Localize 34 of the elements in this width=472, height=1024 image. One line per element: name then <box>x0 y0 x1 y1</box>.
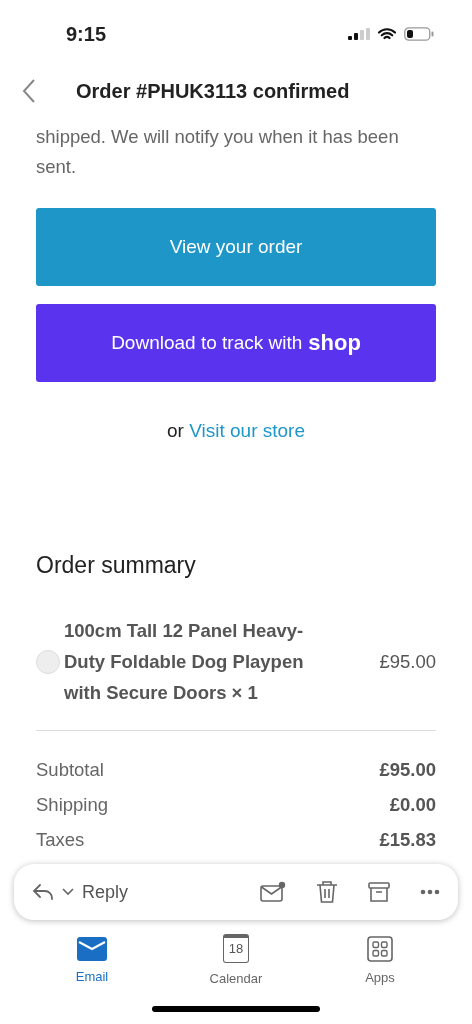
tab-bar-item[interactable]: Email <box>47 936 137 984</box>
view-order-button[interactable]: View your order <box>36 208 436 286</box>
download-shop-button[interactable]: Download to track with shop <box>36 304 436 382</box>
calendar-icon: 18 <box>223 934 249 963</box>
total-value: £15.83 <box>379 829 436 852</box>
tab-bar-item[interactable]: 18 Calendar <box>191 934 281 986</box>
order-summary-heading: Order summary <box>36 552 197 579</box>
wifi-icon <box>378 27 396 41</box>
total-label: Shipping <box>36 794 108 817</box>
envelope-icon <box>77 936 107 961</box>
product-name: 100cm Tall 12 Panel Heavy-Duty Foldable Dog Playpen with Secure Doors × 1 <box>64 619 305 705</box>
body-text: shipped. We will notify you when it has been sent. <box>36 125 400 179</box>
or-text: or <box>167 420 184 441</box>
reply-icon[interactable] <box>32 883 54 901</box>
total-value: £95.00 <box>379 759 436 782</box>
product-thumbnail <box>36 649 60 674</box>
trash-icon[interactable] <box>316 880 338 904</box>
back-icon[interactable] <box>22 78 36 104</box>
email-subject: Order #PHUK3113 confirmed <box>76 79 350 103</box>
signal-icon <box>348 28 370 40</box>
total-label: Taxes <box>36 829 85 852</box>
store-link[interactable]: Visit our store <box>189 420 305 441</box>
mark-unread-icon[interactable] <box>260 881 286 903</box>
total-label: Subtotal <box>36 759 104 782</box>
battery-icon <box>404 27 434 41</box>
apps-grid-icon <box>367 935 393 962</box>
status-time: 9:15 <box>66 22 107 46</box>
total-value: £0.00 <box>389 794 436 817</box>
tab-bar-item[interactable]: Apps <box>335 935 425 985</box>
chevron-down-icon[interactable] <box>62 888 74 896</box>
product-price: £95.00 <box>379 650 436 673</box>
reply-button[interactable]: Reply <box>82 881 129 903</box>
more-icon[interactable] <box>420 889 440 895</box>
archive-icon[interactable] <box>368 881 390 903</box>
